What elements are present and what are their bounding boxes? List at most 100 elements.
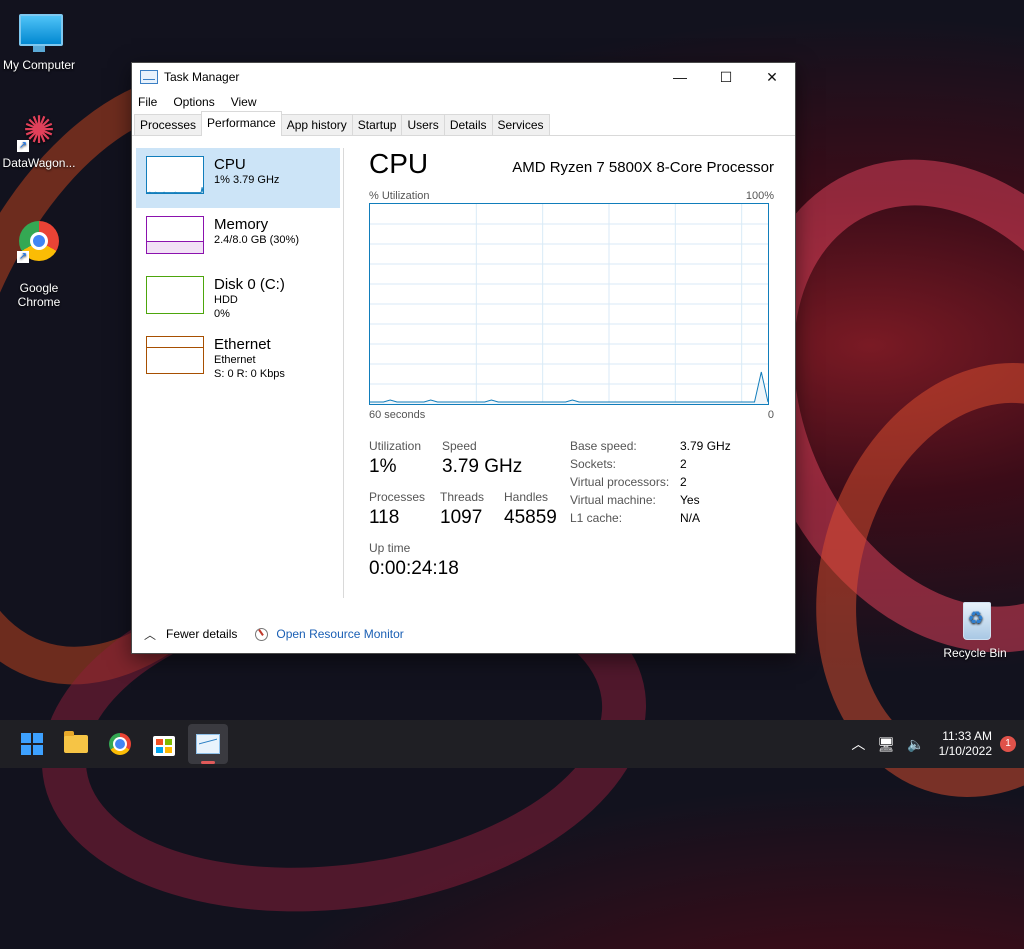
store-icon [153,736,175,756]
start-button[interactable] [12,724,52,764]
stat-label: Handles [504,490,549,504]
resource-monitor-icon [255,627,269,641]
network-icon[interactable]: 🖥 [877,736,895,753]
cpu-detail-pane: CPU AMD Ryzen 7 5800X 8-Core Processor %… [369,148,774,609]
menu-bar: File Options View [132,91,795,113]
detail-key: Virtual machine: [570,493,656,507]
detail-value: N/A [680,511,701,525]
volume-icon[interactable]: 🔈 [907,736,924,753]
task-manager-taskbar-button[interactable] [188,724,228,764]
recycle-bin-icon: ♻ [953,598,997,642]
resource-item-disk[interactable]: Disk 0 (C:) HDD 0% [136,268,340,328]
detail-row: Virtual processors: 2 [570,475,731,493]
window-title: Task Manager [164,70,240,84]
tab-processes[interactable]: Processes [134,114,203,135]
task-manager-icon [140,70,158,84]
resource-item-memory[interactable]: Memory 2.4/8.0 GB (30%) [136,208,340,268]
resource-name: Disk 0 (C:) [214,276,285,293]
detail-key: L1 cache: [570,511,623,525]
stat-value: 3.79 GHz [442,456,523,477]
stat-label: Speed [442,439,477,453]
tab-app-history[interactable]: App history [280,114,353,135]
stat-threads: Threads 1097 [440,490,484,529]
processor-name: AMD Ryzen 7 5800X 8-Core Processor [512,159,774,176]
desktop-icon-label: My Computer [2,58,76,72]
file-explorer-button[interactable] [56,724,96,764]
stat-label: Up time [369,541,411,555]
tab-details[interactable]: Details [443,114,493,135]
resource-detail: 2.4/8.0 GB (30%) [214,234,299,246]
taskbar: ︿ 🖥 🔈 11:33 AM 1/10/2022 1 [0,720,1024,768]
stat-uptime: Up time 0:00:24:18 [369,541,459,580]
desktop-icon-label: Google Chrome [17,281,61,309]
store-button[interactable] [144,724,184,764]
resource-detail: HDD [214,294,238,306]
title-bar[interactable]: Task Manager — ☐ ✕ [132,63,795,91]
chrome-icon [109,733,131,755]
menu-file[interactable]: File [138,95,157,109]
cpu-details-table: Base speed: 3.79 GHz Sockets: 2 Virtual pr… [570,439,731,529]
close-button[interactable]: ✕ [749,63,795,91]
cpu-stats: Utilization 1% Speed 3.79 GHz Processes … [369,439,774,609]
tab-startup[interactable]: Startup [351,114,403,135]
menu-view[interactable]: View [231,95,257,109]
desktop-icon-my-computer[interactable]: My Computer [0,10,81,72]
resource-item-cpu[interactable]: CPU 1% 3.79 GHz [136,148,340,208]
maximize-button[interactable]: ☐ [703,63,749,91]
cpu-utilization-graph[interactable] [369,203,769,405]
desktop-icon-label: Recycle Bin [943,646,1007,660]
desktop-icon-recycle-bin[interactable]: ♻ Recycle Bin [933,598,1017,660]
tab-services[interactable]: Services [491,114,550,135]
memory-thumbnail-graph [146,216,204,254]
cpu-utilization-area [370,372,768,404]
shortcut-arrow-icon: ↗ [17,140,29,152]
detail-row: Base speed: 3.79 GHz [570,439,731,457]
graph-x-label: 60 seconds [369,409,426,421]
detail-row: Sockets: 2 [570,457,731,475]
chrome-icon: ↗ [17,219,61,263]
chevron-up-icon[interactable]: ︿ [144,626,158,643]
stat-label: Processes [369,490,426,504]
resource-name: CPU [214,156,246,173]
fewer-details-link[interactable]: Fewer details [166,627,237,641]
graph-y-label: % Utilization [369,190,430,202]
minimize-button[interactable]: — [657,63,703,91]
resource-name: Memory [214,216,269,233]
cpu-utilization-line [370,371,768,403]
tab-users[interactable]: Users [401,114,445,135]
tab-performance[interactable]: Performance [201,111,282,136]
detail-key: Sockets: [570,457,617,471]
desktop-icon-datawagon[interactable]: ✺ ↗ DataWagon... [0,108,81,171]
detail-value: 2 [680,475,687,489]
ethernet-thumbnail-graph [146,336,204,374]
chevron-up-icon[interactable]: ︿ [851,734,865,754]
clock-time: 11:33 AM [942,729,992,743]
resource-item-ethernet[interactable]: Ethernet Ethernet S: 0 R: 0 Kbps [136,328,340,388]
menu-options[interactable]: Options [173,95,214,109]
clock[interactable]: 11:33 AM 1/10/2022 [939,729,992,759]
panel-divider[interactable] [343,148,344,598]
file-explorer-icon [64,731,88,753]
disk-thumbnail-graph [146,276,204,314]
footer-bar: ︿ Fewer details Open Resource Monitor [132,615,795,653]
chrome-taskbar-button[interactable] [100,724,140,764]
clock-date: 1/10/2022 [938,744,992,758]
notification-badge[interactable]: 1 [1000,736,1016,752]
resource-detail: S: 0 R: 0 Kbps [214,368,285,380]
stat-value: 45859 [504,507,557,528]
stat-value: 118 [369,507,400,528]
stat-label: Threads [440,490,485,504]
stat-speed: Speed 3.79 GHz [442,439,522,478]
shortcut-arrow-icon: ↗ [17,251,29,263]
stat-value: 0:00:24:18 [369,558,459,579]
desktop-icon-label: DataWagon... [2,156,76,170]
stat-value: 1% [369,456,397,477]
resource-detail: Ethernet [214,354,256,366]
stat-label: Utilization [369,439,422,453]
cpu-thumbnail-line [147,187,203,193]
start-icon [21,733,43,755]
desktop-icon-google-chrome[interactable]: ↗ Google Chrome [0,205,81,323]
cpu-thumbnail-graph [146,156,204,194]
open-resource-monitor-link[interactable]: Open Resource Monitor [276,627,403,641]
task-manager-icon [196,734,220,754]
